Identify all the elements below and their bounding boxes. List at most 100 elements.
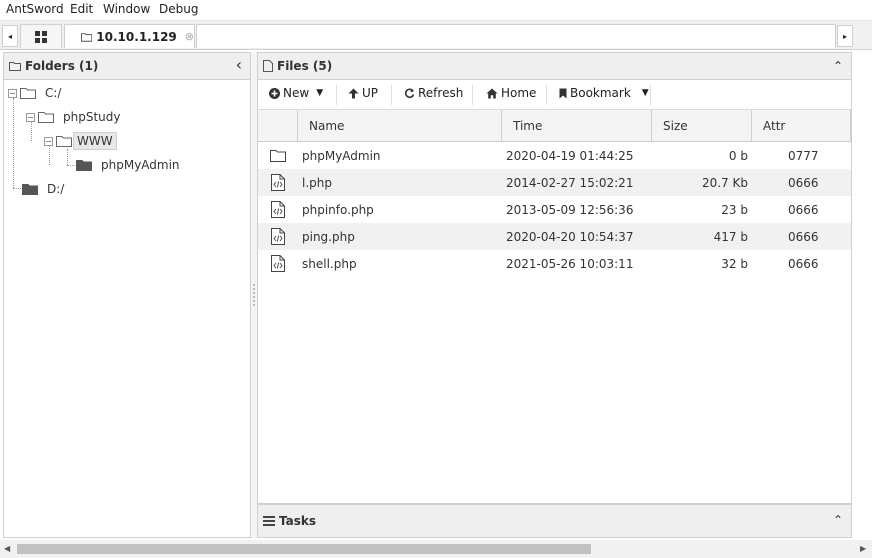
toolbar-divider: [472, 85, 473, 105]
folder-outline-icon: [9, 62, 21, 71]
file-name: shell.php: [302, 256, 357, 271]
list-icon: [263, 516, 275, 526]
toolbar-divider: [546, 85, 547, 105]
tree-expander-icon[interactable]: −: [44, 136, 53, 146]
folder-outline-icon: [56, 136, 72, 147]
collapse-up-icon[interactable]: ⌃: [833, 513, 843, 527]
tree-node-www[interactable]: − WWW: [44, 131, 117, 151]
file-size: 23 b: [721, 202, 748, 217]
tab-close-icon[interactable]: ⊗: [185, 30, 194, 43]
up-button[interactable]: UP: [348, 86, 378, 100]
tasks-panel-header[interactable]: Tasks ⌃: [257, 504, 852, 538]
menu-edit[interactable]: Edit: [70, 2, 93, 16]
menu-debug[interactable]: Debug: [159, 2, 198, 16]
files-panel-title: Files (5): [277, 59, 333, 73]
splitter-grip-icon: [253, 284, 255, 306]
scroll-left-icon[interactable]: ◀: [4, 544, 10, 553]
file-attr: 0666: [788, 175, 819, 190]
refresh-button[interactable]: Refresh: [404, 86, 463, 100]
folders-panel-header: Folders (1) ‹: [4, 53, 250, 80]
file-name: phpMyAdmin: [302, 148, 381, 163]
tab-scroll-right-button[interactable]: ▸: [837, 25, 853, 47]
file-attr: 0666: [788, 229, 819, 244]
scroll-right-icon[interactable]: ▶: [860, 544, 866, 553]
file-size: 417 b: [713, 229, 748, 244]
table-row[interactable]: phpMyAdmin 2020-04-19 01:44:25 0 b 0777: [258, 142, 851, 169]
folders-panel: Folders (1) ‹ − C:/ − phpStudy − WWW php…: [3, 52, 251, 538]
table-row[interactable]: shell.php 2021-05-26 10:03:11 32 b 0666: [258, 250, 851, 277]
home-button[interactable]: Home: [486, 86, 536, 100]
tab-home[interactable]: [20, 24, 62, 48]
tab-shell-session[interactable]: 10.10.1.129 ⊗: [64, 24, 195, 48]
bookmark-icon: [559, 88, 567, 98]
tree-connector: [67, 149, 68, 165]
folders-panel-title: Folders (1): [25, 59, 99, 73]
toolbar-divider: [391, 85, 392, 105]
grid-icon: [35, 30, 47, 43]
tree-node-phpstudy[interactable]: − phpStudy: [26, 107, 124, 127]
collapse-up-icon[interactable]: ⌃: [833, 59, 843, 73]
menu-antsword[interactable]: AntSword: [6, 2, 64, 16]
column-header-time[interactable]: Time: [502, 110, 652, 142]
file-time: 2020-04-19 01:44:25: [506, 148, 634, 163]
column-header-size[interactable]: Size: [652, 110, 752, 142]
tree-expander-icon[interactable]: −: [26, 112, 35, 122]
bookmark-button-label: Bookmark: [570, 86, 631, 100]
chevron-down-icon: ▼: [641, 88, 649, 98]
tree-node-phpmyadmin[interactable]: phpMyAdmin: [76, 155, 183, 175]
column-header-attr[interactable]: Attr: [752, 110, 851, 142]
code-file-icon: [271, 196, 289, 223]
refresh-icon: [404, 88, 415, 98]
tree-expander-icon[interactable]: −: [8, 88, 17, 98]
file-size: 20.7 Kb: [701, 175, 748, 190]
tab-label: 10.10.1.129: [96, 29, 177, 44]
file-time: 2020-04-20 10:54:37: [506, 229, 634, 244]
file-attr: 0777: [788, 148, 819, 163]
file-time: 2013-05-09 12:56:36: [506, 202, 634, 217]
code-file-icon: [271, 250, 289, 277]
chevron-down-icon: ▼: [316, 88, 324, 98]
tab-scroll-left-button[interactable]: ◂: [2, 25, 18, 47]
files-grid-header: Name Time Size Attr: [258, 110, 851, 142]
tree-connector: [13, 98, 14, 188]
files-toolbar: New ▼ UP Refresh Home Bookmark ▼: [258, 80, 851, 110]
file-time: 2014-02-27 15:02:21: [506, 175, 634, 190]
file-name: ping.php: [302, 229, 355, 244]
file-time: 2021-05-26 10:03:11: [506, 256, 634, 271]
refresh-button-label: Refresh: [418, 86, 464, 100]
tasks-panel-title: Tasks: [279, 514, 317, 528]
collapse-left-icon[interactable]: ‹: [236, 55, 242, 74]
bookmark-button[interactable]: Bookmark ▼: [559, 86, 649, 100]
toolbar-divider: [336, 85, 337, 105]
menu-window[interactable]: Window: [103, 2, 150, 16]
folder-outline-icon: [20, 88, 36, 99]
tree-node-d-drive[interactable]: D:/: [22, 179, 67, 199]
horizontal-scrollbar[interactable]: ◀ ▶: [0, 540, 872, 558]
file-size: 0 b: [728, 148, 748, 163]
folder-filled-icon: [76, 160, 92, 171]
file-attr: 0666: [788, 202, 819, 217]
folder-filled-icon: [22, 184, 38, 195]
arrow-up-icon: [348, 88, 359, 98]
file-size: 32 b: [721, 256, 748, 271]
tree-node-label: C:/: [45, 86, 62, 100]
file-attr: 0666: [788, 256, 819, 271]
grid-icon-column-header: [258, 110, 298, 142]
table-row[interactable]: l.php 2014-02-27 15:02:21 20.7 Kb 0666: [258, 169, 851, 196]
tab-bar: ◂ 10.10.1.129 ⊗ ▸: [0, 20, 872, 50]
toolbar-divider: [650, 85, 651, 105]
code-file-icon: [271, 169, 289, 196]
new-button[interactable]: New ▼: [269, 86, 323, 100]
new-button-label: New: [283, 86, 310, 100]
scrollbar-thumb[interactable]: [17, 544, 591, 554]
tree-node-c-drive[interactable]: − C:/: [8, 83, 64, 103]
table-row[interactable]: ping.php 2020-04-20 10:54:37 417 b 0666: [258, 223, 851, 250]
files-panel-header: Files (5) ⌃: [258, 53, 851, 80]
folder-outline-icon: [81, 32, 93, 42]
up-button-label: UP: [362, 86, 379, 100]
folder-outline-icon: [270, 142, 288, 169]
files-panel: Files (5) ⌃ New ▼ UP Refresh Home Bookma…: [257, 52, 852, 504]
table-row[interactable]: phpinfo.php 2013-05-09 12:56:36 23 b 066…: [258, 196, 851, 223]
column-header-name[interactable]: Name: [298, 110, 502, 142]
tree-node-label: D:/: [47, 182, 65, 196]
